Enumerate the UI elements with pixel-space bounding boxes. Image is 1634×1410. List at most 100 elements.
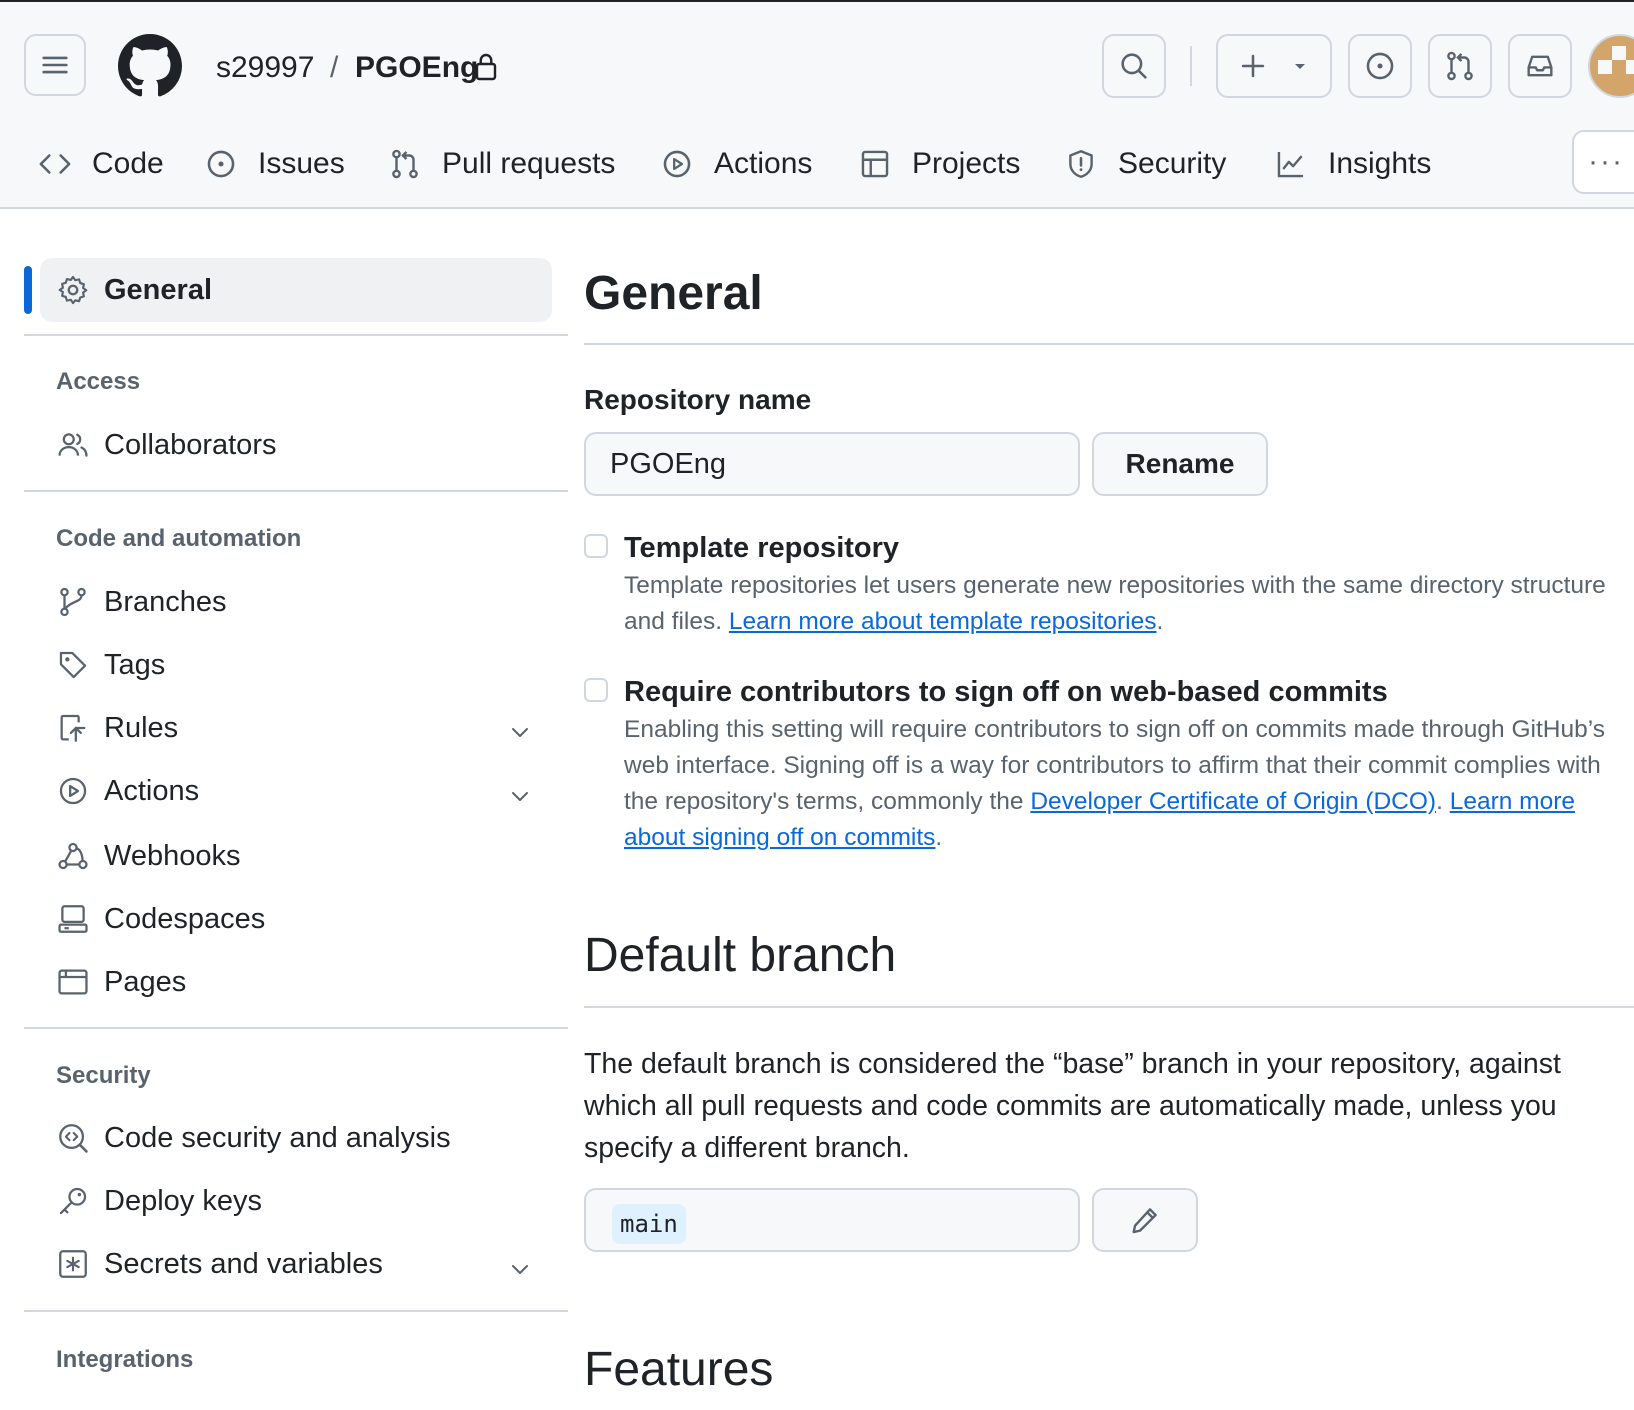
sidebar-item-secrets-label: Secrets and variables [104, 1247, 383, 1280]
signoff-description-mid: . [1436, 788, 1450, 815]
sidebar-item-deploy-keys[interactable]: Deploy keys [56, 1179, 262, 1223]
signoff-description: Enabling this setting will require contr… [624, 712, 1624, 856]
sidebar-item-webhooks[interactable]: Webhooks [56, 834, 241, 878]
sidebar-item-branches[interactable]: Branches [56, 580, 227, 624]
pencil-icon [1132, 1208, 1157, 1234]
template-repository-description: Template repositories let users generate… [624, 568, 1624, 640]
codescan-icon [59, 1124, 88, 1153]
sidebar-item-actions[interactable]: Actions [56, 769, 199, 813]
template-learn-more-link[interactable]: Learn more about template repositories [729, 608, 1157, 635]
signoff-title: Require contributors to sign off on web-… [624, 676, 1388, 708]
section-divider [584, 1006, 1634, 1008]
dco-link[interactable]: Developer Certificate of Origin (DCO) [1030, 788, 1436, 815]
webhook-icon [58, 842, 88, 870]
inbox-button[interactable] [1508, 34, 1572, 98]
chevron-down-icon[interactable] [508, 784, 532, 808]
sidebar-item-codespaces[interactable]: Codespaces [56, 897, 265, 941]
signoff-checkbox[interactable] [584, 678, 608, 702]
tab-projects[interactable]: Projects [858, 134, 1020, 194]
sidebar-item-webhooks-label: Webhooks [104, 839, 241, 872]
rename-button[interactable]: Rename [1092, 432, 1268, 496]
tab-issues[interactable]: Issues [204, 134, 345, 194]
sidebar-item-general[interactable]: General [56, 268, 212, 312]
sidebar-heading-integrations: Integrations [56, 1346, 194, 1373]
repo-push-icon [60, 714, 86, 742]
gear-icon [58, 275, 88, 305]
shield-icon [1069, 150, 1093, 178]
issue-opened-icon [1366, 52, 1394, 80]
menu-button[interactable] [24, 34, 86, 96]
search-icon [1121, 53, 1147, 79]
features-title: Features [584, 1343, 774, 1396]
play-icon [59, 777, 87, 805]
sidebar-item-branches-label: Branches [104, 585, 227, 618]
github-logo-icon[interactable] [118, 34, 182, 98]
plus-icon [1241, 54, 1265, 78]
template-repository-title: Template repository [624, 532, 900, 564]
sidebar-item-codespaces-label: Codespaces [104, 902, 266, 935]
sidebar-item-deploy-keys-label: Deploy keys [104, 1184, 262, 1217]
tab-code-label: Code [92, 147, 164, 180]
key-asterisk-icon [59, 1250, 87, 1278]
default-branch-description: The default branch is considered the “ba… [584, 1048, 1561, 1164]
search-button[interactable] [1102, 34, 1166, 98]
tag-icon [59, 651, 87, 679]
active-indicator [24, 266, 32, 314]
tab-insights[interactable]: Insights [1274, 134, 1431, 194]
repository-name-input[interactable]: PGOEng [584, 432, 1080, 496]
sidebar-item-collaborators[interactable]: Collaborators [56, 423, 276, 467]
chevron-down-icon[interactable] [508, 1257, 532, 1281]
sidebar-item-rules[interactable]: Rules [56, 706, 178, 750]
sidebar-heading-access: Access [56, 368, 141, 395]
sidebar-item-rules-label: Rules [104, 711, 179, 744]
sidebar-item-code-security-label: Code security and analysis [104, 1121, 451, 1154]
hamburger-icon [42, 56, 68, 74]
sidebar-item-tags-label: Tags [104, 648, 166, 681]
inbox-icon [1527, 55, 1553, 77]
issue-opened-icon [207, 150, 235, 178]
code-icon [39, 154, 71, 174]
breadcrumb-separator: / [330, 51, 339, 84]
sidebar-item-pages[interactable]: Pages [56, 960, 186, 1004]
play-icon [663, 150, 691, 178]
tab-actions-label: Actions [714, 147, 813, 180]
sidebar-item-secrets[interactable]: Secrets and variables [56, 1242, 383, 1286]
sidebar-item-general-label: General [104, 273, 212, 306]
tab-issues-label: Issues [258, 147, 345, 180]
sidebar-item-pages-label: Pages [104, 965, 187, 998]
section-divider [584, 343, 1634, 345]
sidebar-heading-security: Security [56, 1062, 151, 1089]
browser-icon [58, 969, 88, 995]
avatar[interactable] [1588, 34, 1634, 98]
git-pull-request-icon [1447, 51, 1473, 81]
global-header: s29997 / PGOEng Code Issues Pull request… [0, 0, 1634, 209]
tab-security-label: Security [1118, 147, 1227, 180]
graph-icon [1277, 151, 1304, 178]
breadcrumb-repo[interactable]: PGOEng [355, 46, 478, 90]
tab-actions[interactable]: Actions [660, 134, 812, 194]
lock-icon [475, 53, 497, 81]
page-title: General [584, 267, 763, 320]
tab-projects-label: Projects [912, 147, 1021, 180]
tab-security[interactable]: Security [1064, 134, 1226, 194]
sidebar-item-tags[interactable]: Tags [56, 643, 165, 687]
default-branch-name: main [612, 1204, 686, 1244]
sidebar-divider [24, 1027, 568, 1029]
template-repository-checkbox[interactable] [584, 534, 608, 558]
pull-requests-button[interactable] [1428, 34, 1492, 98]
breadcrumb-owner[interactable]: s29997 [216, 46, 314, 90]
default-branch-title: Default branch [584, 929, 897, 982]
header-divider [1190, 46, 1192, 86]
more-tabs-button[interactable]: ··· [1572, 130, 1634, 194]
template-description-end: . [1156, 608, 1164, 635]
chevron-down-icon[interactable] [508, 720, 532, 744]
sidebar-item-code-security[interactable]: Code security and analysis [56, 1116, 451, 1160]
issues-button[interactable] [1348, 34, 1412, 98]
tab-code[interactable]: Code [38, 134, 164, 194]
tab-pull-requests[interactable]: Pull requests [388, 134, 615, 194]
repository-name-label: Repository name [584, 384, 812, 415]
create-new-button[interactable] [1216, 34, 1332, 98]
key-icon [59, 1187, 87, 1215]
edit-default-branch-button[interactable] [1092, 1188, 1198, 1252]
git-branch-icon [60, 587, 86, 617]
